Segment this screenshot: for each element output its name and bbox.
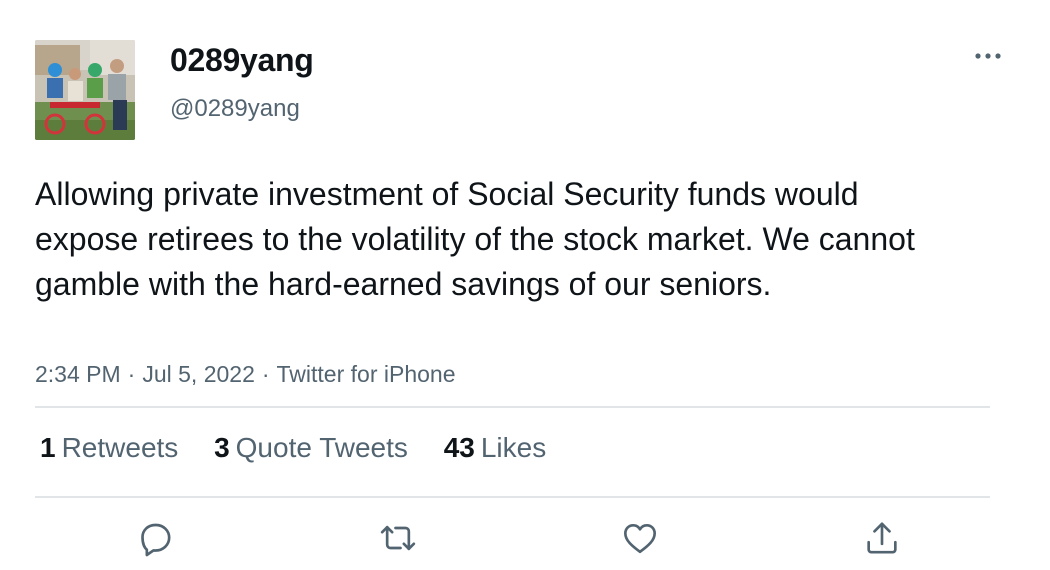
- tweet-source[interactable]: Twitter for iPhone: [277, 361, 456, 387]
- more-dots-icon[interactable]: [970, 44, 1006, 68]
- heart-icon[interactable]: [620, 518, 660, 558]
- likes-stat[interactable]: 43 Likes: [444, 432, 547, 464]
- reply-icon[interactable]: [135, 518, 175, 558]
- tweet-text: Allowing private investment of Social Se…: [35, 176, 915, 302]
- retweets-count: 1: [40, 432, 56, 463]
- likes-label: Likes: [480, 432, 547, 463]
- quote-tweets-count: 3: [214, 432, 230, 463]
- likes-count: 43: [443, 432, 475, 463]
- quote-tweets-stat[interactable]: 3 Quote Tweets: [214, 432, 408, 464]
- retweets-stat[interactable]: 1 Retweets: [40, 432, 178, 464]
- quote-tweets-label: Quote Tweets: [235, 432, 408, 463]
- display-name[interactable]: 0289yang: [170, 42, 314, 79]
- divider: [35, 406, 990, 408]
- retweets-label: Retweets: [61, 432, 179, 463]
- tweet-meta: 2:34 PM · Jul 5, 2022 · Twitter for iPhone: [35, 361, 456, 388]
- retweet-icon[interactable]: [378, 518, 418, 558]
- divider: [35, 496, 990, 498]
- meta-separator: ·: [127, 361, 136, 387]
- avatar-photo: [35, 40, 135, 140]
- meta-separator: ·: [261, 361, 270, 387]
- user-handle[interactable]: @0289yang: [170, 95, 300, 123]
- tweet-time[interactable]: 2:34 PM: [35, 361, 121, 387]
- tweet-date[interactable]: Jul 5, 2022: [142, 361, 255, 387]
- tweet-stats: 1 Retweets 3 Quote Tweets 43 Likes: [40, 432, 574, 464]
- share-icon[interactable]: [862, 518, 902, 558]
- tweet-card: 0289yang @0289yang Allowing private inve…: [0, 0, 1050, 570]
- avatar[interactable]: [35, 40, 135, 140]
